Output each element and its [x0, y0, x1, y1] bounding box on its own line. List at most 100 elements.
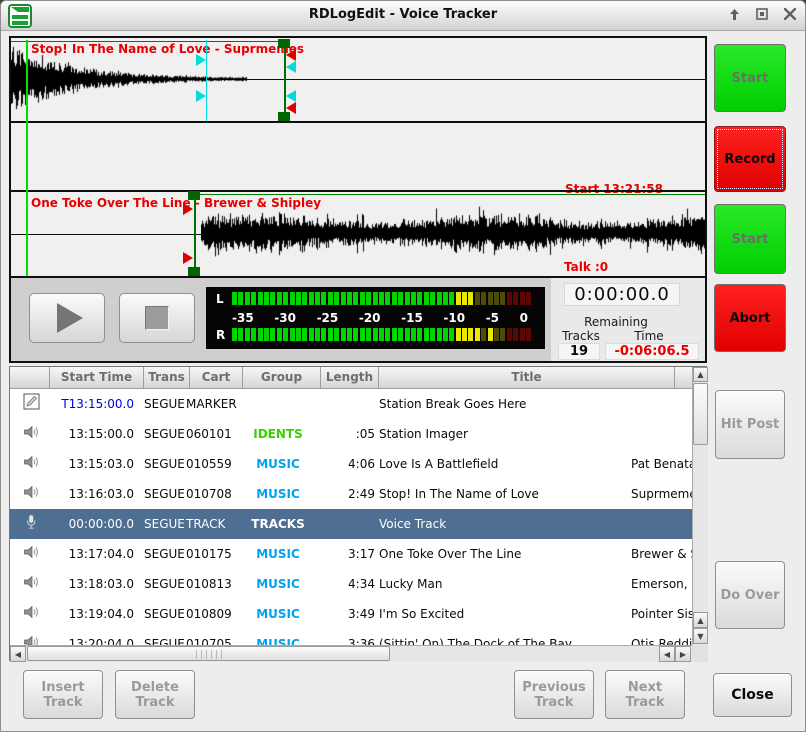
- track2-start-marker-handle-bottom[interactable]: [188, 267, 200, 276]
- speaker-icon: [10, 569, 52, 599]
- scroll-left-button[interactable]: ◀: [10, 646, 26, 662]
- scroll-right-button[interactable]: ▶: [675, 646, 691, 662]
- scroll-down-button[interactable]: ▼: [693, 628, 708, 644]
- voice-track-editor[interactable]: Stop! In The Name of Love - Suprmemes St…: [9, 36, 707, 363]
- track1-end-marker-handle-bottom[interactable]: [278, 112, 290, 121]
- thumb-grip: [196, 650, 222, 659]
- cell-title: Station Break Goes Here: [379, 389, 629, 419]
- cell-trans: SEGUE: [144, 479, 190, 509]
- abort-button[interactable]: Abort: [714, 284, 786, 352]
- cell-group: MUSIC: [239, 539, 317, 569]
- cell-title: Lucky Man: [379, 569, 629, 599]
- track1-cue-marker-top-icon[interactable]: [196, 54, 206, 66]
- delete-track-button[interactable]: Delete Track: [115, 670, 195, 719]
- talk-time-label: Talk :0: [564, 260, 608, 274]
- cell-cart: 010708: [186, 479, 241, 509]
- insert-track-button[interactable]: Insert Track: [23, 670, 103, 719]
- maximize-window-button[interactable]: [753, 5, 771, 23]
- vertical-scrollbar[interactable]: ▲ ▲ ▼: [692, 367, 708, 645]
- hit-post-button[interactable]: Hit Post: [715, 390, 785, 459]
- cell-length: 3:17: [317, 539, 375, 569]
- header-icon-column[interactable]: [10, 367, 50, 389]
- track1-end-marker-handle-top[interactable]: [278, 39, 290, 48]
- log-table: Start Time Trans Cart Group Length Title…: [9, 366, 707, 661]
- horizontal-scroll-thumb[interactable]: [27, 646, 390, 661]
- log-row[interactable]: 13:16:03.0 SEGUE 010708 MUSIC 2:49 Stop!…: [10, 479, 692, 509]
- cell-length: 3:49: [317, 599, 375, 629]
- log-row[interactable]: 13:17:04.0 SEGUE 010175 MUSIC 3:17 One T…: [10, 539, 692, 569]
- stop-button[interactable]: [119, 293, 195, 343]
- log-row[interactable]: 13:15:00.0 SEGUE 060101 IDENTS :05 Stati…: [10, 419, 692, 449]
- log-row[interactable]: 13:19:04.0 SEGUE 010809 MUSIC 3:49 I'm S…: [10, 599, 692, 629]
- log-row-voice-track-selected[interactable]: 00:00:00.0 SEGUE TRACK TRACKS Voice Trac…: [10, 509, 692, 539]
- cell-artist: Brewer & S: [631, 539, 692, 569]
- play-button[interactable]: [29, 293, 105, 343]
- log-row[interactable]: 13:20:04.0 SEGUE 010705 MUSIC 3:36 (Sitt…: [10, 629, 692, 645]
- scroll-up-button-bottom[interactable]: ▲: [693, 612, 708, 628]
- speaker-icon: [10, 539, 52, 569]
- log-row[interactable]: 13:15:03.0 SEGUE 010559 MUSIC 4:06 Love …: [10, 449, 692, 479]
- track1-fade-marker-top-icon[interactable]: [286, 49, 296, 61]
- track2-fade-marker-bottom-icon[interactable]: [183, 252, 193, 264]
- next-track-button[interactable]: Next Track: [605, 670, 685, 719]
- track2-title: One Toke Over The Line - Brewer & Shiple…: [31, 196, 321, 210]
- cell-cart: 010809: [186, 599, 241, 629]
- header-length[interactable]: Length: [321, 367, 379, 389]
- cell-trans: SEGUE: [144, 419, 190, 449]
- cell-length: 2:49: [317, 479, 375, 509]
- cell-trans: SEGUE: [144, 449, 190, 479]
- track1-cue-line[interactable]: [206, 40, 207, 121]
- header-title[interactable]: Title: [379, 367, 675, 389]
- do-over-button[interactable]: Do Over: [715, 561, 785, 629]
- cell-start-time: 13:17:04.0: [50, 539, 134, 569]
- cell-length: 4:06: [317, 449, 375, 479]
- cell-title: Love Is A Battlefield: [379, 449, 629, 479]
- record-button[interactable]: Record: [714, 126, 786, 192]
- log-row-marker[interactable]: T13:15:00.0 SEGUE MARKER Station Break G…: [10, 389, 692, 419]
- speaker-icon: [10, 449, 52, 479]
- track1-talk-marker-bottom-icon[interactable]: [286, 90, 296, 102]
- close-button[interactable]: Close: [713, 673, 792, 717]
- cell-start-time: 13:15:03.0: [50, 449, 134, 479]
- remaining-time-value: -0:06:06.5: [605, 343, 699, 360]
- header-start-time[interactable]: Start Time: [50, 367, 144, 389]
- meter-right-label: R: [216, 328, 225, 342]
- cell-artist: Pointer Sist: [631, 599, 692, 629]
- cell-cart: 010559: [186, 449, 241, 479]
- cell-length: 3:36: [317, 629, 375, 645]
- track2-fade-marker-top-icon[interactable]: [183, 203, 193, 215]
- log-row[interactable]: 13:18:03.0 SEGUE 010813 MUSIC 4:34 Lucky…: [10, 569, 692, 599]
- microphone-icon: [10, 509, 52, 539]
- header-group[interactable]: Group: [243, 367, 321, 389]
- vertical-scroll-thumb[interactable]: [693, 383, 708, 445]
- cell-length: 4:34: [317, 569, 375, 599]
- cell-cart: 010813: [186, 569, 241, 599]
- track1-title: Stop! In The Name of Love - Suprmemes: [31, 42, 304, 56]
- meter-row-left: [232, 292, 534, 305]
- track1-cue-marker-bottom-icon[interactable]: [196, 90, 206, 102]
- previous-track-button[interactable]: Previous Track: [514, 670, 594, 719]
- cell-trans: SEGUE: [144, 569, 190, 599]
- scroll-up-button[interactable]: ▲: [693, 367, 708, 382]
- meter-scale: -35-30-25-20-15-10-50: [232, 311, 528, 325]
- start-track2-button[interactable]: Start: [714, 204, 786, 274]
- cell-trans: SEGUE: [144, 539, 190, 569]
- cell-artist: Suprmemes: [631, 479, 692, 509]
- track2-start-marker-handle-top[interactable]: [188, 191, 200, 200]
- header-cart[interactable]: Cart: [190, 367, 243, 389]
- cell-group: MUSIC: [239, 449, 317, 479]
- titlebar[interactable]: RDLogEdit - Voice Tracker: [1, 1, 805, 31]
- shade-window-button[interactable]: [725, 5, 743, 23]
- scroll-left-button-right[interactable]: ◀: [659, 646, 675, 662]
- close-window-button[interactable]: [781, 5, 799, 23]
- cell-title: (Sittin' On) The Dock of The Bay: [379, 629, 629, 645]
- track1-talk-marker-top-icon[interactable]: [286, 61, 296, 73]
- header-trans[interactable]: Trans: [144, 367, 190, 389]
- cell-length: :05: [317, 419, 375, 449]
- cell-trans: SEGUE: [144, 629, 190, 645]
- speaker-icon: [10, 629, 52, 645]
- horizontal-scrollbar[interactable]: ◀ ◀ ▶: [10, 645, 692, 662]
- start-track1-button[interactable]: Start: [714, 44, 786, 112]
- cell-group: MUSIC: [239, 599, 317, 629]
- track2-start-marker-line[interactable]: [194, 196, 196, 268]
